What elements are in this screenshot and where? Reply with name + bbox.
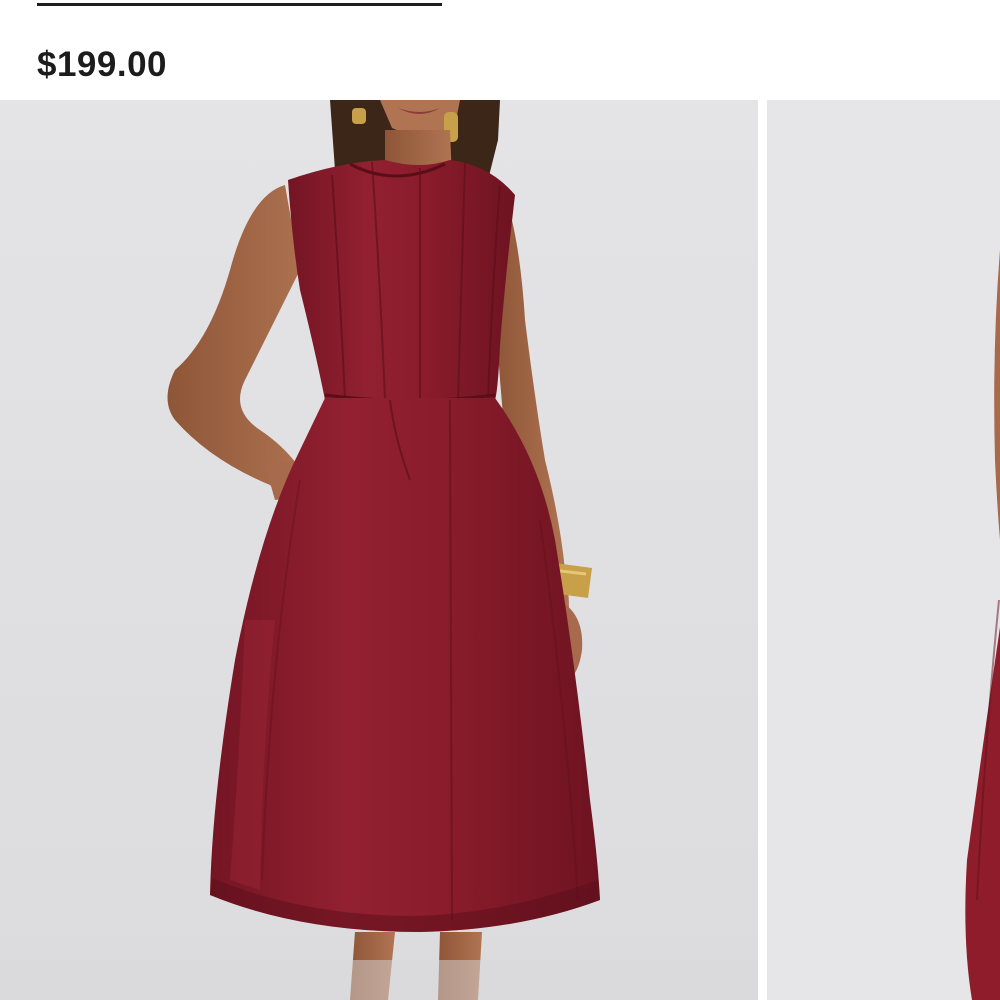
product-page: $199.00 [0,0,1000,1000]
product-image-main[interactable] [0,100,758,1000]
product-price: $199.00 [37,45,168,84]
product-image-secondary[interactable] [767,100,1000,1000]
section-divider [37,3,442,6]
model-photo-secondary [767,100,1000,1000]
product-image-gallery[interactable] [0,100,1000,1000]
model-photo [0,100,758,1000]
